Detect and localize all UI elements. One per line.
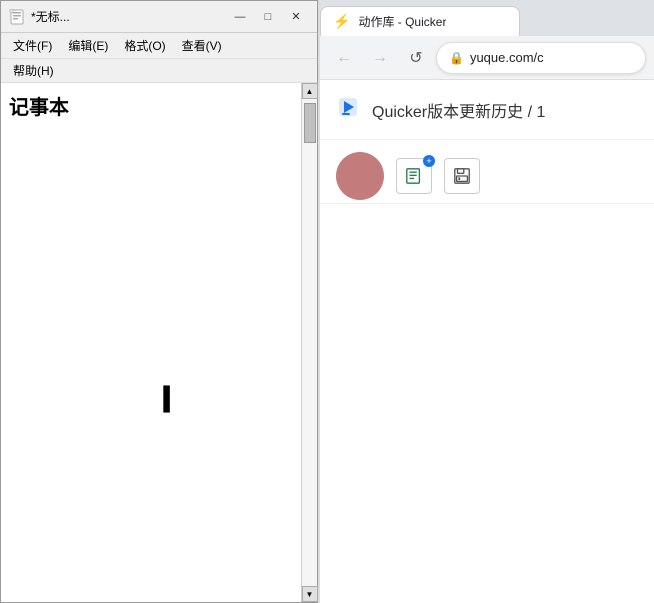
scrollbar-thumb[interactable]	[304, 103, 316, 143]
scrollbar-track[interactable]	[302, 99, 317, 586]
titlebar-buttons: — □ ✕	[227, 7, 309, 27]
address-bar[interactable]: 🔒 yuque.com/c	[436, 42, 646, 74]
vertical-scrollbar[interactable]: ▲ ▼	[301, 83, 317, 602]
notepad-window: *无标... — □ ✕ 文件(F) 编辑(E) 格式(O) 查看(V) 帮助(…	[0, 0, 318, 603]
address-text: yuque.com/c	[470, 50, 544, 65]
browser-toolbar: ← → ↺ 🔒 yuque.com/c	[320, 36, 654, 80]
notepad-title-left: *无标...	[9, 8, 70, 25]
scroll-up-button[interactable]: ▲	[302, 83, 318, 99]
format-menu[interactable]: 格式(O)	[116, 35, 173, 56]
close-button[interactable]: ✕	[283, 7, 309, 27]
forward-button[interactable]: →	[364, 42, 396, 74]
notepad-title: *无标...	[31, 8, 70, 25]
add-badge: +	[423, 155, 435, 167]
help-menu[interactable]: 帮助(H)	[5, 60, 62, 81]
page-header: Quicker版本更新历史 / 1	[320, 80, 654, 140]
user-avatar	[336, 152, 384, 200]
browser-window: ⚡ 动作库 - Quicker ← → ↺ 🔒 yuque.com/c Quic…	[318, 0, 654, 603]
minimize-button[interactable]: —	[227, 7, 253, 27]
page-title: Quicker版本更新历史 / 1	[372, 98, 545, 122]
notepad-content-area[interactable]: 记事本 𝐈 ▲ ▼	[1, 83, 317, 602]
notepad-helpbar: 帮助(H)	[1, 59, 317, 83]
save-button[interactable]	[444, 158, 480, 194]
browser-tab-bar: ⚡ 动作库 - Quicker	[320, 0, 654, 36]
notepad-menubar: 文件(F) 编辑(E) 格式(O) 查看(V)	[1, 33, 317, 59]
page-actions: +	[320, 148, 654, 204]
tab-lightning-icon: ⚡	[333, 13, 350, 30]
file-menu[interactable]: 文件(F)	[5, 35, 60, 56]
tab-title: 动作库 - Quicker	[358, 13, 446, 30]
browser-content-area: Quicker版本更新历史 / 1 +	[320, 80, 654, 603]
notepad-titlebar: *无标... — □ ✕	[1, 1, 317, 33]
back-button[interactable]: ←	[328, 42, 360, 74]
maximize-button[interactable]: □	[255, 7, 281, 27]
reload-button[interactable]: ↺	[400, 42, 432, 74]
add-to-library-button[interactable]: +	[396, 158, 432, 194]
edit-menu[interactable]: 编辑(E)	[60, 35, 116, 56]
browser-tab-active[interactable]: ⚡ 动作库 - Quicker	[320, 6, 520, 36]
notepad-app-icon	[9, 9, 25, 25]
lock-icon: 🔒	[449, 51, 464, 65]
view-menu[interactable]: 查看(V)	[174, 35, 230, 56]
quicker-logo-icon	[336, 95, 360, 125]
scroll-down-button[interactable]: ▼	[302, 586, 318, 602]
notepad-textarea[interactable]	[1, 83, 301, 602]
